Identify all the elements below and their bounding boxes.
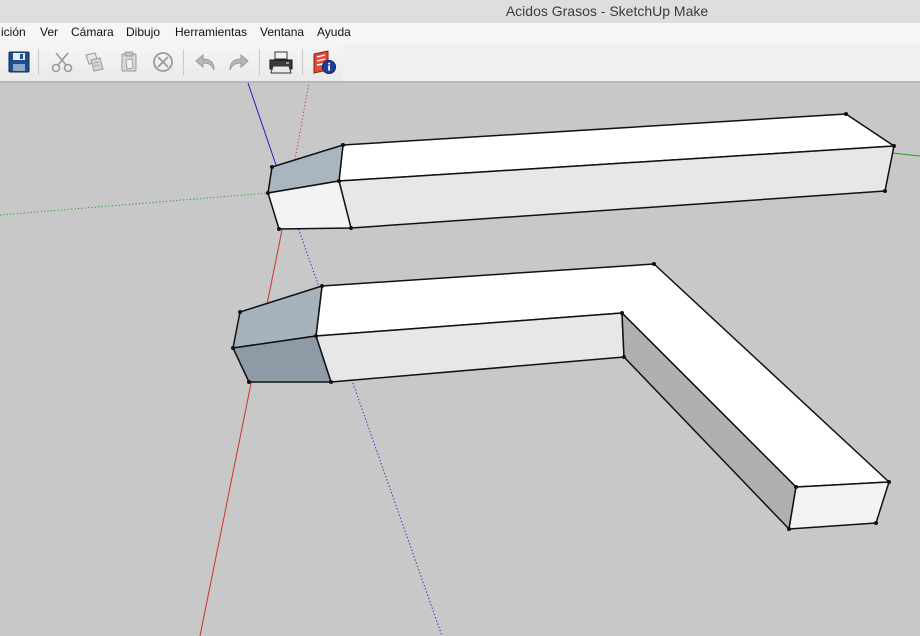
toolbar-separator	[38, 49, 39, 75]
undo-button[interactable]	[192, 48, 220, 76]
copy-button[interactable]	[81, 48, 109, 76]
standard-toolbar	[0, 43, 344, 81]
toolbar-separator	[259, 49, 260, 75]
menu-ayuda[interactable]: Ayuda	[317, 25, 351, 39]
menu-camara[interactable]: Cámara	[71, 25, 114, 39]
menu-bar: ición Ver Cámara Dibujo Herramientas Ven…	[0, 23, 920, 43]
save-button[interactable]	[5, 48, 33, 76]
toolbar-background	[343, 43, 920, 81]
model-info-icon	[313, 50, 336, 74]
drawing-viewport[interactable]	[0, 83, 920, 636]
redo-icon	[229, 53, 249, 71]
model-canvas[interactable]	[0, 83, 920, 636]
scissors-icon	[51, 52, 73, 73]
menu-edicion[interactable]: ición	[1, 25, 26, 39]
menu-dibujo[interactable]: Dibujo	[126, 25, 160, 39]
print-button[interactable]	[267, 48, 295, 76]
printer-icon	[269, 51, 293, 74]
red-axis	[199, 229, 283, 636]
floppy-disk-icon	[8, 51, 30, 73]
paste-icon	[121, 51, 137, 72]
window-title: Acidos Grasos - SketchUp Make	[505, 3, 709, 19]
menu-ventana[interactable]: Ventana	[260, 25, 304, 39]
undo-icon	[195, 53, 215, 71]
green-axis	[891, 152, 920, 157]
toolbar-separator	[302, 49, 303, 75]
l-shaped-block[interactable]	[231, 262, 891, 531]
erase-icon	[153, 52, 173, 72]
cut-button[interactable]	[48, 48, 76, 76]
blue-axis	[247, 83, 277, 166]
copy-icon	[85, 52, 104, 72]
model-info-button[interactable]	[310, 48, 338, 76]
straight-block[interactable]	[266, 112, 896, 231]
menu-herramientas[interactable]: Herramientas	[175, 25, 247, 39]
title-bar: Acidos Grasos - SketchUp Make	[0, 0, 920, 23]
blue-axis-hidden	[275, 164, 443, 636]
paste-button[interactable]	[115, 48, 143, 76]
redo-button[interactable]	[224, 48, 252, 76]
menu-ver[interactable]: Ver	[40, 25, 58, 39]
erase-button[interactable]	[149, 48, 177, 76]
toolbar-separator	[183, 49, 184, 75]
green-axis	[0, 192, 269, 216]
